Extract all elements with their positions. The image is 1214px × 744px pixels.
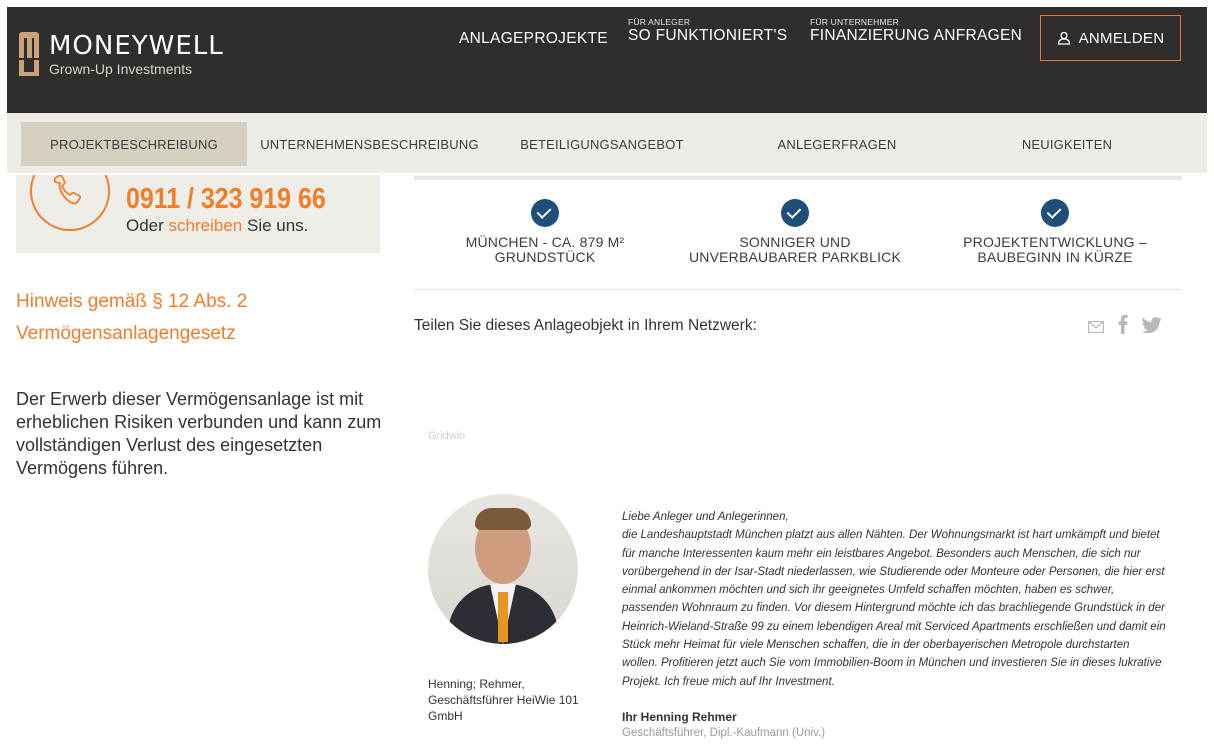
nav-label: ANLAGEPROJEKTE [459, 30, 608, 47]
letter-signature: Ihr Henning Rehmer [622, 710, 737, 724]
site-header: MONEYWELL Grown-Up Investments ANLAGEPRO… [7, 7, 1207, 113]
logo-tagline: Grown-Up Investments [49, 61, 193, 77]
phone-number[interactable]: 0911 / 323 919 66 [126, 183, 326, 216]
check-icon [781, 199, 809, 227]
tab-beteiligungsangebot[interactable]: BETEILIGUNGSANGEBOT [502, 122, 702, 166]
notice-title: Hinweis gemäß § 12 Abs. 2 Vermögensanlag… [16, 291, 248, 344]
tab-neuigkeiten[interactable]: NEUIGKEITEN [967, 122, 1167, 166]
twitter-icon[interactable] [1141, 316, 1162, 339]
welcome-letter: Liebe Anleger und Anlegerinnen, die Land… [622, 508, 1167, 691]
logo[interactable]: MONEYWELL Grown-Up Investments [19, 32, 224, 77]
tab-projektbeschreibung[interactable]: PROJEKTBESCHREIBUNG [21, 122, 247, 166]
letter-signature-role: Geschäftsführer, Dipl.-Kaufmann (Univ.) [622, 727, 826, 739]
contact-subline: Oder schreiben Sie uns. [126, 216, 308, 236]
share-text: Teilen Sie dieses Anlageobjekt in Ihrem … [414, 317, 757, 334]
tab-label: NEUIGKEITEN [1021, 136, 1113, 152]
letter-greeting: Liebe Anleger und Anlegerinnen, [622, 511, 789, 523]
feature-location: MÜNCHEN - CA. 879 M² GRUNDSTÜCK [440, 199, 650, 265]
facebook-icon[interactable] [1118, 314, 1128, 340]
contact-sub-suffix: Sie uns. [246, 216, 309, 235]
contact-sub-prefix: Oder [126, 216, 164, 235]
check-icon [531, 199, 559, 227]
feature-line1: SONNIGER UND [739, 234, 851, 250]
moneywell-logo-icon [19, 32, 39, 76]
feature-line2: GRUNDSTÜCK [494, 249, 596, 265]
share-icons [1087, 314, 1176, 340]
tab-label: UNTERNEHMENSBESCHREIBUNG [260, 136, 479, 152]
feature-projektentwicklung: PROJEKTENTWICKLUNG – BAUBEGINN IN KÜRZE [940, 199, 1170, 265]
tab-unternehmensbeschreibung[interactable]: UNTERNEHMENSBESCHREIBUNG [247, 122, 492, 166]
login-button[interactable]: ANMELDEN [1040, 15, 1181, 61]
nav-so-funktionierts[interactable]: FÜR ANLEGER SO FUNKTIONIERT'S [628, 18, 787, 45]
features-top-border [414, 176, 1182, 180]
mail-icon[interactable] [1087, 316, 1105, 339]
nav-small-label: FÜR ANLEGER [628, 17, 691, 27]
notice-text: Der Erwerb dieser Vermögensanlage ist mi… [16, 389, 382, 478]
nav-label: SO FUNKTIONIERT'S [628, 27, 788, 44]
tab-label: BETEILIGUNGSANGEBOT [520, 136, 684, 152]
feature-line1: MÜNCHEN - CA. 879 M² [465, 234, 625, 250]
portrait-caption: Henning; Rehmer, Geschäftsführer HeiWie … [428, 677, 579, 723]
feature-line2: UNVERBAUBARER PARKBLICK [688, 249, 902, 265]
nav-finanzierung-anfragen[interactable]: FÜR UNTERNEHMER FINANZIERUNG ANFRAGEN [810, 18, 1022, 45]
image-placeholder-label: Gridwin [428, 430, 466, 442]
user-icon [1057, 31, 1071, 45]
login-label: ANMELDEN [1078, 29, 1165, 47]
tab-anlegerfragen[interactable]: ANLEGERFRAGEN [737, 122, 937, 166]
nav-anlageprojekte[interactable]: ANLAGEPROJEKTE [459, 30, 608, 48]
logo-name: MONEYWELL [49, 31, 224, 61]
tab-label: ANLEGERFRAGEN [777, 136, 897, 152]
contact-box: 0911 / 323 919 66 Oder schreiben Sie uns… [16, 175, 380, 253]
feature-parkblick: SONNIGER UND UNVERBAUBARER PARKBLICK [680, 199, 910, 265]
nav-label: FINANZIERUNG ANFRAGEN [810, 27, 1023, 44]
feature-line2: BAUBEGINN IN KÜRZE [977, 249, 1133, 265]
divider [414, 289, 1182, 290]
portrait-image [428, 494, 578, 644]
check-icon [1041, 199, 1069, 227]
letter-body: die Landeshauptstadt München platzt aus … [622, 529, 1166, 688]
nav-small-label: FÜR UNTERNEHMER [810, 17, 899, 27]
write-us-link[interactable]: schreiben [169, 216, 243, 235]
project-tabs: PROJEKTBESCHREIBUNG UNTERNEHMENSBESCHREI… [7, 113, 1207, 173]
feature-line1: PROJEKTENTWICKLUNG – [963, 234, 1147, 250]
phone-icon [30, 175, 110, 231]
tab-label: PROJEKTBESCHREIBUNG [50, 136, 218, 152]
